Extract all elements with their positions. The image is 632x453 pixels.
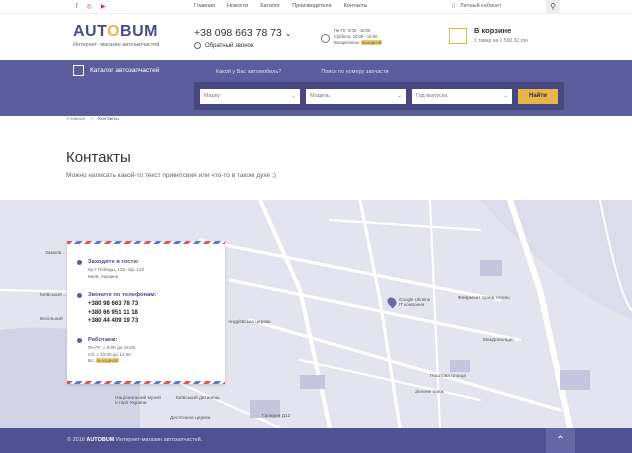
breadcrumb-current: Контакты bbox=[98, 117, 119, 122]
top-nav: Главная Новости Каталог Производители Ко… bbox=[194, 3, 367, 9]
tab-by-car[interactable]: Какой у Вас автомобиль? bbox=[216, 69, 281, 75]
contact-hours: Работаем: Пн-Пт: с 9:00 до 19:00 Сб: с 1… bbox=[77, 337, 135, 365]
catalog-band: Каталог автозапчастей Какой у Вас автомо… bbox=[0, 60, 632, 116]
search-mode-tabs: Какой у Вас автомобиль? Поиск по номеру … bbox=[216, 69, 389, 75]
nav-contacts[interactable]: Контакты bbox=[344, 3, 368, 9]
map-label: Галерея Д12 bbox=[262, 414, 291, 419]
airmail-border bbox=[67, 241, 225, 244]
breadcrumb-home[interactable]: Главная bbox=[67, 117, 85, 122]
map-label: Київський дитинець bbox=[176, 396, 220, 401]
contact-card: Заходите в гости: пр-т Победы, 125, оф. … bbox=[67, 241, 225, 384]
clock-icon bbox=[77, 338, 82, 343]
chevron-down-icon: ⌄ bbox=[291, 93, 296, 99]
airmail-border bbox=[67, 381, 225, 384]
nav-catalog[interactable]: Каталог bbox=[260, 3, 280, 9]
map-label: Київський ... bbox=[40, 293, 67, 298]
cart-info: 1 товар на 1 500,32 грн bbox=[474, 38, 528, 44]
map-label: Андріївська церква bbox=[228, 320, 271, 325]
chevron-down-icon: ⌄ bbox=[397, 93, 402, 99]
catalog-button[interactable]: Каталог автозапчастей bbox=[73, 65, 159, 76]
location-icon bbox=[77, 260, 82, 265]
logo-brand: AUTOBUM bbox=[73, 23, 158, 40]
social-links: f ◎ ▶ bbox=[76, 4, 106, 10]
phone-link[interactable]: +380 98 663 78 73 bbox=[88, 300, 156, 309]
clock-icon bbox=[321, 34, 330, 43]
personal-cabinet-link[interactable]: ▯ Личный кабинет bbox=[452, 3, 501, 9]
scroll-top-button[interactable]: ⌃ bbox=[546, 428, 575, 453]
map-label: Весільний bbox=[40, 317, 63, 322]
phone-icon bbox=[77, 293, 82, 298]
phone-link[interactable]: +380 44 409 19 73 bbox=[88, 317, 156, 326]
footer: © 2018 AUTOBUM Интернет-магазин автозапч… bbox=[0, 428, 632, 453]
select-make[interactable]: Марку ⌄ bbox=[200, 88, 300, 104]
search-icon: ⚲ bbox=[550, 2, 556, 11]
user-icon: ▯ bbox=[452, 3, 456, 9]
cart[interactable]: В корзине 1 товар на 1 500,32 грн bbox=[449, 24, 528, 44]
search-button[interactable]: ⚲ bbox=[546, 0, 560, 13]
footer-copyright: © 2018 AUTOBUM Интернет-магазин автозапч… bbox=[67, 437, 203, 443]
map-label: Зелене пляж bbox=[415, 390, 444, 395]
car-filter: Марку ⌄ Модель ⌄ Год выпуска ⌄ Найти bbox=[194, 82, 564, 110]
cart-box-icon bbox=[449, 28, 467, 44]
map-label: Десятинна церква bbox=[170, 416, 211, 421]
select-model[interactable]: Модель ⌄ bbox=[306, 88, 406, 104]
map-label: Національний музей історії України bbox=[115, 396, 161, 406]
map-label: МакДональдс bbox=[483, 338, 514, 343]
location-pin-icon bbox=[385, 295, 399, 309]
youtube-icon[interactable]: ▶ bbox=[101, 4, 106, 10]
phone-link[interactable]: +380 66 951 11 18 bbox=[88, 309, 156, 318]
breadcrumb: Главная > Контакты bbox=[67, 117, 119, 122]
page-title: Контакты bbox=[66, 149, 131, 166]
logo[interactable]: AUTOBUM Интернет- магазин автозапчастей bbox=[73, 23, 159, 48]
chevron-down-icon: ⌄ bbox=[503, 93, 508, 99]
logo-tagline: Интернет- магазин автозапчастей bbox=[73, 42, 160, 48]
callback-link[interactable]: Обратный звонок bbox=[194, 42, 254, 49]
instagram-icon[interactable]: ◎ bbox=[87, 4, 92, 10]
contact-address: Заходите в гости: пр-т Победы, 125, оф. … bbox=[77, 259, 144, 280]
cart-title: В корзине bbox=[474, 26, 512, 35]
select-year[interactable]: Год выпуска ⌄ bbox=[412, 88, 512, 104]
facebook-icon[interactable]: f bbox=[76, 4, 78, 10]
tab-by-part-number[interactable]: Поиск по номеру запчасти bbox=[321, 69, 388, 75]
nav-home[interactable]: Главная bbox=[194, 3, 215, 9]
map-label: Фейрмонт гранд готель bbox=[458, 296, 510, 301]
chevron-up-icon: ⌃ bbox=[556, 435, 565, 446]
phone-callback-icon bbox=[194, 42, 201, 49]
find-button[interactable]: Найти bbox=[518, 88, 558, 104]
page-subtitle: Можно написать какой-то текст приветсвия… bbox=[66, 172, 276, 179]
nav-manufacturers[interactable]: Производители bbox=[292, 3, 331, 9]
chevron-down-icon: ⌄ bbox=[284, 29, 292, 38]
map-pin[interactable]: Google Ukraine IT компания bbox=[385, 295, 430, 309]
catalog-icon bbox=[73, 65, 84, 76]
header-phone[interactable]: +38 098 663 78 73 ⌄ bbox=[194, 27, 292, 39]
cabinet-label: Личный кабинет bbox=[460, 3, 502, 9]
contact-phones: Звоните по телефонам: +380 98 663 78 73 … bbox=[77, 292, 156, 326]
header: AUTOBUM Интернет- магазин автозапчастей … bbox=[0, 14, 632, 60]
top-bar: f ◎ ▶ Главная Новости Каталог Производит… bbox=[0, 0, 632, 14]
work-hours: Пн-Пт: 9:00 - 18:00 Суббота: 10:00 - 14:… bbox=[321, 28, 383, 46]
nav-news[interactable]: Новости bbox=[227, 3, 248, 9]
map-label: Поштова площа bbox=[430, 374, 467, 379]
map-label: Замков... bbox=[45, 251, 66, 256]
